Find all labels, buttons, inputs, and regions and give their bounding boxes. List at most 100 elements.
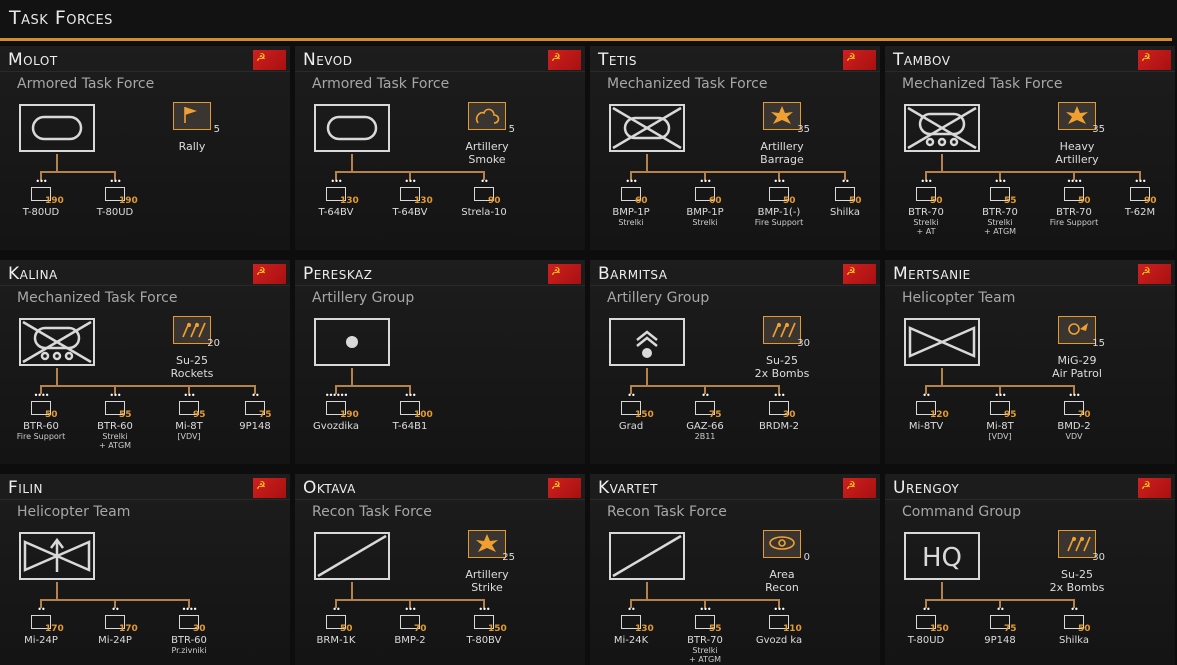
unit-name: T-80UD: [907, 635, 945, 646]
hq-unit-icon[interactable]: [904, 104, 980, 152]
unit-card[interactable]: •• 75 9P148: [228, 391, 282, 433]
task-force-card-molot[interactable]: MolotArmored Task Force5Rally•••190T-80U…: [0, 46, 290, 250]
task-force-name: Kvartet: [598, 478, 659, 498]
unit-card[interactable]: •• 130 Mi-24K: [604, 606, 658, 647]
unit-name: BTR-70: [1056, 207, 1092, 218]
unit-card[interactable]: ••• 50 BMP-1(-) Fire Support: [752, 178, 806, 228]
unit-card[interactable]: •• 75 9P148: [973, 606, 1027, 647]
unit-rank-dots: ••: [1070, 605, 1078, 614]
unit-card[interactable]: ••• 55 BTR-60 Strelki + ATGM: [88, 392, 142, 451]
unit-rank-dots: ••: [251, 391, 259, 400]
task-force-card-mertsanie[interactable]: Mertsanie Helicopter Team 15 MiG-29Air Patr…: [885, 260, 1175, 464]
unit-card[interactable]: ••• 30 BRDM-2: [752, 392, 806, 433]
unit-name: BTR-70: [908, 207, 944, 218]
unit-name: Gvozd ka: [755, 635, 803, 646]
task-force-card-kvartet[interactable]: Kvartet Recon Task Force 0 AreaRecon •• 130Mi…: [590, 474, 880, 665]
unit-card[interactable]: ••• 55 BTR-70 Strelki + ATGM: [973, 178, 1027, 237]
task-force-card-tetis[interactable]: Tetis Mechanized Task Force 35 ArtilleryBar…: [590, 46, 880, 250]
support-ability[interactable]: 5 Artillery Smoke: [457, 102, 517, 166]
support-ability[interactable]: 30 Su-25 2x Bombs: [1047, 530, 1107, 594]
unit-card[interactable]: ••• 110 Gvozd ka: [752, 606, 806, 647]
unit-card[interactable]: •• 50 Shilka: [818, 178, 872, 219]
support-ability[interactable]: 30 Su-25 2x Bombs: [752, 316, 812, 380]
unit-card[interactable]: ••• 60 BMP-1P Strelki: [678, 178, 732, 228]
task-force-card-urengoy[interactable]: Urengoy Command Group HQ 30 Su-252x Bombs •• 1…: [885, 474, 1175, 665]
task-force-card-kalina[interactable]: Kalina Mechanized Task Force 20 Su-25Rocket…: [0, 260, 290, 464]
unit-card[interactable]: ••• 100 T-64B1: [383, 392, 437, 433]
bombs-icon: [1058, 530, 1096, 558]
unit-card[interactable]: ••• 190 T-80UD: [14, 178, 68, 219]
unit-card[interactable]: •• 120 Mi-8TV: [899, 392, 953, 433]
support-ability[interactable]: 35 Artillery Barrage: [752, 102, 812, 166]
unit-icon: 50: [765, 187, 796, 206]
unit-card[interactable]: ••• 150 T-80BV: [457, 606, 511, 647]
task-force-card-oktava[interactable]: Oktava Recon Task Force 25 ArtilleryStrike •…: [295, 474, 585, 665]
hq-unit-icon[interactable]: [904, 318, 980, 366]
hq-unit-icon[interactable]: [314, 318, 390, 366]
unit-card[interactable]: •••• 30 BTR-60 Pr.zivniki: [162, 606, 216, 656]
unit-card[interactable]: ••• 60 BMP-1P Strelki: [604, 178, 658, 228]
unit-card[interactable]: •• 50 Shilka: [1047, 605, 1101, 647]
support-ability[interactable]: 20 Su-25 Rockets: [162, 316, 222, 380]
unit-rank-dots: ••: [332, 605, 340, 614]
unit-icon: 95: [986, 401, 1017, 420]
unit-card[interactable]: •• 170 Mi-24P: [14, 606, 68, 647]
unit-icon: 130: [322, 187, 359, 206]
unit-card[interactable]: ••• 55 BTR-70 Strelki + ATGM: [678, 606, 732, 665]
unit-icon: 60: [691, 187, 722, 206]
hq-unit-icon[interactable]: [314, 532, 390, 580]
unit-card[interactable]: ••• 130 T-64BV: [383, 178, 437, 219]
card-divider: [885, 499, 1175, 500]
unit-icon: 50: [1060, 187, 1091, 206]
unit-card[interactable]: ••• 90 T-62M: [1113, 178, 1167, 219]
hq-unit-icon[interactable]: [609, 318, 685, 366]
unit-name: 9P148: [984, 635, 1016, 646]
task-force-card-filin[interactable]: FilinHelicopter Team••170Mi-24P••170Mi-2…: [0, 474, 290, 665]
unit-card[interactable]: •••• 50 BTR-60 Fire Support: [14, 392, 68, 442]
task-force-card-nevod[interactable]: Nevod Armored Task Force 5 ArtillerySmoke ••…: [295, 46, 585, 250]
unit-icon: 190: [322, 401, 359, 420]
unit-name: Mi-24P: [98, 635, 132, 646]
unit-card[interactable]: •• 90 Strela-10: [457, 178, 511, 219]
tree-trunk-line: [351, 582, 353, 599]
unit-icon: 170: [101, 615, 138, 634]
unit-card[interactable]: •••• 50 BTR-70 Fire Support: [1047, 178, 1101, 228]
unit-card[interactable]: •••••• 190 Gvozdika: [309, 392, 363, 433]
hq-unit-icon[interactable]: [19, 532, 95, 580]
task-force-card-tambov[interactable]: Tambov Mechanized Task Force 35 HeavyArtill…: [885, 46, 1175, 250]
unit-icon: 170: [27, 615, 64, 634]
task-force-card-pereskaz[interactable]: Pereskaz Artillery Group •••••• 190Gvozdika…: [295, 260, 585, 464]
unit-name: Mi-24K: [613, 635, 649, 646]
unit-card[interactable]: ••• 50 BTR-70 Strelki + AT: [899, 178, 953, 237]
support-ability[interactable]: 5 Rally: [162, 102, 222, 153]
card-divider: [0, 285, 290, 286]
unit-cost: 150: [488, 624, 507, 634]
unit-card[interactable]: •• 50 BRM-1K: [309, 605, 363, 647]
task-force-card-barmitsa[interactable]: Barmitsa Artillery Group 30 Su-252x Bombs ••…: [590, 260, 880, 464]
unit-card[interactable]: •• 75 GAZ-66 2B11: [678, 392, 732, 442]
hq-unit-icon[interactable]: [609, 532, 685, 580]
unit-card[interactable]: •• 150 Grad: [604, 392, 658, 433]
hq-unit-icon[interactable]: HQ: [904, 532, 980, 580]
support-ability[interactable]: 0 Area Recon: [752, 530, 812, 594]
unit-subtitle-2: + ATGM: [983, 227, 1017, 236]
unit-card[interactable]: ••• 95 Mi-8T [VDV]: [162, 392, 216, 442]
unit-icon: 130: [396, 187, 433, 206]
hq-unit-icon[interactable]: [19, 104, 95, 152]
unit-cost: 170: [119, 624, 138, 634]
support-ability[interactable]: 15 MiG-29 Air Patrol: [1047, 316, 1107, 380]
unit-card[interactable]: ••• 130 T-64BV: [309, 178, 363, 219]
hq-unit-icon[interactable]: [609, 104, 685, 152]
support-name-line2: Strike: [471, 581, 503, 594]
hq-unit-icon[interactable]: [314, 104, 390, 152]
unit-card[interactable]: ••• 70 BMP-2: [383, 606, 437, 647]
support-ability[interactable]: 35 Heavy Artillery: [1047, 102, 1107, 166]
unit-name: Mi-8TV: [908, 421, 944, 432]
hq-unit-icon[interactable]: [19, 318, 95, 366]
unit-card[interactable]: ••• 95 Mi-8T [VDV]: [973, 392, 1027, 442]
unit-card[interactable]: •• 150 T-80UD: [899, 606, 953, 647]
unit-card[interactable]: ••• 190 T-80UD: [88, 178, 142, 219]
unit-card[interactable]: •• 170 Mi-24P: [88, 606, 142, 647]
unit-card[interactable]: ••• 70 BMD-2 VDV: [1047, 392, 1101, 442]
support-ability[interactable]: 25 Artillery Strike: [457, 530, 517, 594]
